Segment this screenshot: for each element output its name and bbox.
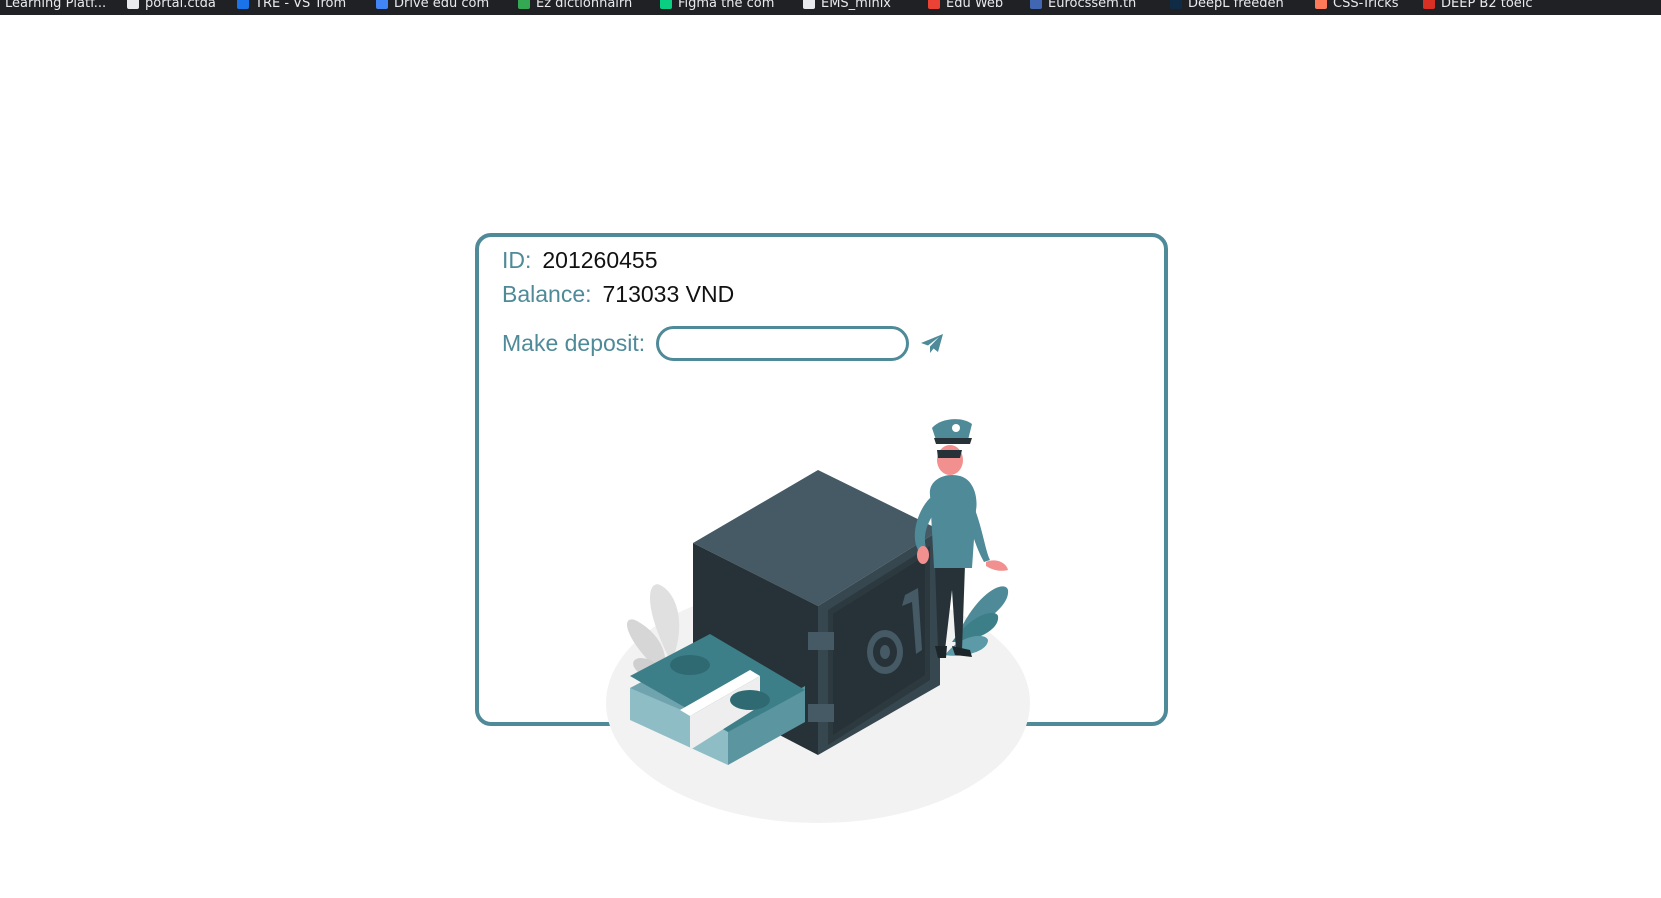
bookmark-label: CSS-Tricks <box>1333 0 1399 11</box>
bookmark-favicon-icon <box>1170 0 1182 9</box>
bookmarks-bar: Learning Platf... portal.ctda TRE - VS Tro… <box>0 0 1661 15</box>
bookmark-label: Edu Web <box>946 0 1004 11</box>
safe-illustration <box>606 419 1030 823</box>
bookmark-favicon-icon <box>518 0 530 9</box>
bookmark-item[interactable]: Edu Web <box>928 0 1003 11</box>
send-deposit-button[interactable] <box>919 331 945 357</box>
bookmark-item[interactable]: Eurocssem.th <box>1030 0 1136 11</box>
bookmark-item[interactable]: Ez dictionnairh <box>518 0 632 11</box>
bookmark-label: DEEP B2 toeic <box>1441 0 1533 11</box>
bookmark-favicon-icon <box>127 0 139 9</box>
bookmark-item[interactable]: portal.ctda <box>127 0 216 11</box>
bookmark-item[interactable]: TRE - VS Trom <box>237 0 346 11</box>
bookmark-item[interactable]: Learning Platf... <box>5 0 106 11</box>
balance-row: Balance: 713033 VND <box>502 281 734 308</box>
bookmark-label: DeepL freedeh <box>1188 0 1284 11</box>
bookmark-label: Figma the com <box>678 0 775 11</box>
bookmark-item[interactable]: Drive edu com <box>376 0 489 11</box>
bookmark-favicon-icon <box>660 0 672 9</box>
bookmark-label: EMS_minix <box>821 0 892 11</box>
id-row: ID: 201260455 <box>502 247 658 274</box>
id-label: ID: <box>502 247 532 273</box>
bookmark-favicon-icon <box>803 0 815 9</box>
bookmark-label: Learning Platf... <box>5 0 107 11</box>
bookmark-label: TRE - VS Trom <box>255 0 347 11</box>
bookmark-item[interactable]: DeepL freedeh <box>1170 0 1284 11</box>
balance-value: 713033 VND <box>602 281 735 307</box>
bookmark-item[interactable]: CSS-Tricks <box>1315 0 1399 11</box>
send-icon <box>921 333 944 353</box>
bookmark-favicon-icon <box>1423 0 1435 9</box>
balance-label: Balance: <box>502 281 592 307</box>
bookmark-item[interactable]: DEEP B2 toeic <box>1423 0 1533 11</box>
bookmark-label: portal.ctda <box>145 0 216 11</box>
deposit-row: Make deposit: <box>502 326 945 361</box>
bookmark-label: Eurocssem.th <box>1048 0 1137 11</box>
deposit-input[interactable] <box>656 326 910 361</box>
bookmark-item[interactable]: Figma the com <box>660 0 774 11</box>
bookmark-item[interactable]: EMS_minix <box>803 0 891 11</box>
bookmark-favicon-icon <box>1315 0 1327 9</box>
bookmark-favicon-icon <box>237 0 249 9</box>
bookmark-favicon-icon <box>376 0 388 9</box>
id-value: 201260455 <box>542 247 658 273</box>
deposit-label: Make deposit: <box>502 330 646 356</box>
bookmark-label: Drive edu com <box>394 0 490 11</box>
bookmark-label: Ez dictionnairh <box>536 0 633 11</box>
bookmark-favicon-icon <box>928 0 940 9</box>
bookmark-favicon-icon <box>1030 0 1042 9</box>
